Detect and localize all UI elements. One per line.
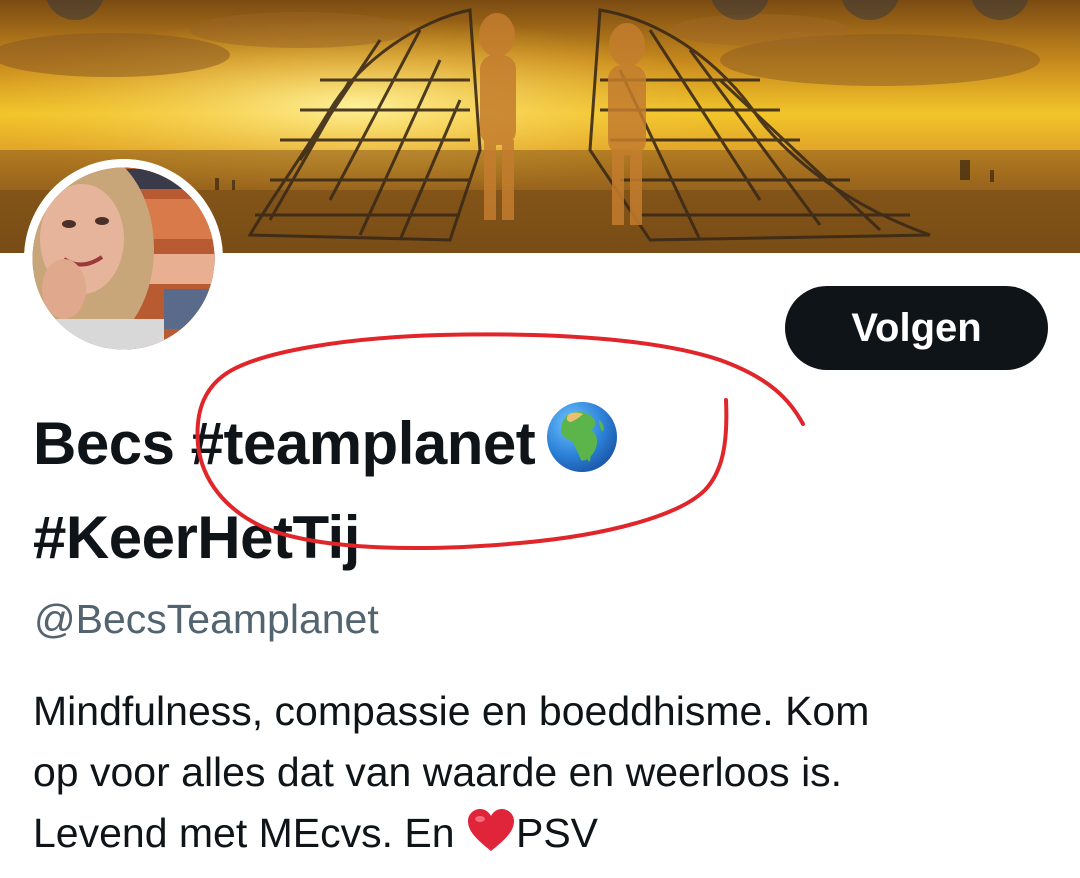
bio-line-1: Mindfulness, compassie en boeddhisme. Ko… bbox=[33, 688, 870, 734]
display-name-line2: #KeerHetTij bbox=[33, 504, 360, 571]
globe-africa-icon bbox=[545, 400, 619, 496]
profile-avatar[interactable] bbox=[24, 159, 223, 358]
follow-button[interactable]: Volgen bbox=[785, 286, 1048, 370]
red-heart-icon bbox=[466, 807, 516, 870]
bio-line-3-text: Levend met MEcvs. En bbox=[33, 810, 466, 856]
bio-line-3: Levend met MEcvs. En PSV bbox=[33, 803, 1043, 870]
profile-handle[interactable]: @BecsTeamplanet bbox=[34, 596, 379, 643]
bio-line-3-psv: PSV bbox=[515, 810, 599, 856]
profile-bio: Mindfulness, compassie en boeddhisme. Ko… bbox=[33, 681, 1043, 870]
display-name-line1: Becs #teamplanet bbox=[33, 410, 536, 477]
display-name: Becs #teamplanet #KeerHetTij bbox=[33, 400, 853, 580]
bio-line-2: op voor alles dat van waarde en weerloos… bbox=[33, 749, 843, 795]
